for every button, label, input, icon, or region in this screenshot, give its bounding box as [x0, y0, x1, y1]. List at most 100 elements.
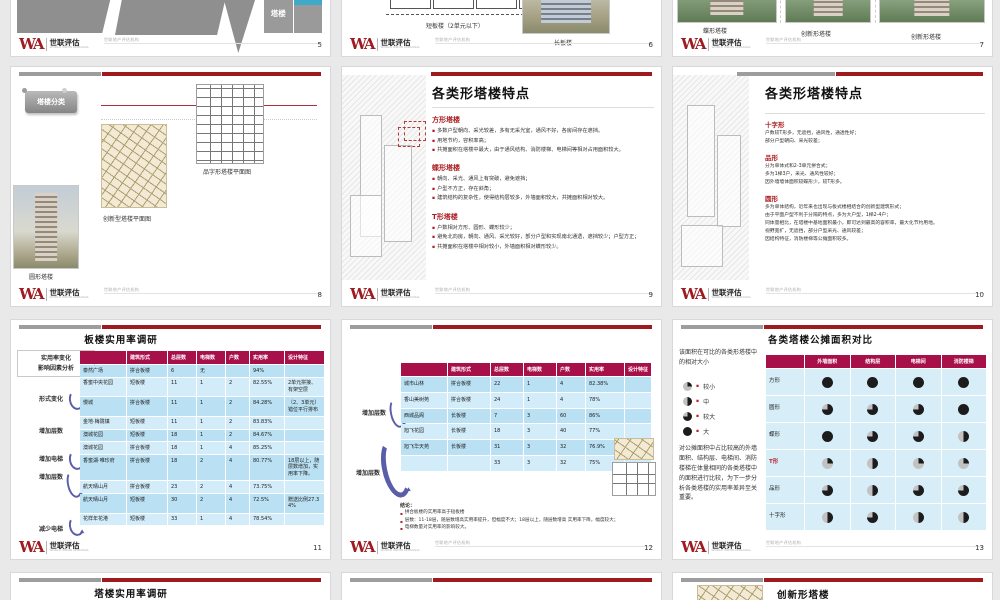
brand-subtitle: WORLD UNION APPRAISAL — [380, 548, 421, 553]
table-cell: 1 — [197, 397, 225, 416]
harvey-cell — [805, 423, 850, 449]
slide-thumbnail-5[interactable]: 按楼的横切面分成蝶形、T形、工形、品字形、圆形、椭圆形等。 ▪均好性差，居住密度… — [10, 0, 331, 57]
table-cell: 拼合板楼 — [127, 442, 167, 454]
conclusion-list: ▪ 拼合板楼的实用率高于短板楼 ▪ 层数：11-18层，随层数增高实用率提升，但幅度不… — [400, 510, 656, 533]
table-cell: 2 — [226, 377, 249, 397]
table-cell: 82.55% — [250, 377, 284, 397]
harvey-ball — [867, 430, 879, 442]
table-cell: 80.77% — [250, 455, 284, 481]
column-header: 实用率 — [586, 363, 624, 376]
slide-thumbnail-8[interactable]: 塔楼分类 品字形塔楼平面图 创新型塔楼平面图 圆形塔楼 WA 世联评估 WORLD… — [10, 66, 331, 307]
table-cell: 2 — [226, 416, 249, 429]
table-cell: 23 — [168, 481, 196, 493]
slide-header-bar — [350, 578, 652, 582]
slide-thumbnail-9[interactable]: 各类形塔楼特点 方形塔楼 ▪ 多数户型朝向、采光较差，多有无采光室，通风不好，各房间… — [341, 66, 662, 307]
table-cell: 7 — [491, 408, 523, 424]
harvey-ball — [958, 484, 970, 496]
pin-shape-floorplan — [196, 84, 264, 164]
slide-thumbnail-10[interactable]: 各类形塔楼特点 十字形 ▪户数较T形多，无遮挡，通风性，通透性好；▪部分户型朝向、… — [672, 66, 993, 307]
table-cell: 94% — [250, 365, 284, 377]
table-cell: 西城品阁 — [401, 408, 447, 424]
footer-rule — [766, 43, 984, 44]
slide-thumbnail-7[interactable]: 蝶形塔楼 创新形塔楼 创新形塔楼 WA 世联评估 WORLD UNION APPR… — [672, 0, 993, 57]
harvey-cell — [805, 396, 850, 422]
slide-header-bar — [681, 578, 983, 582]
table-cell: 2 — [226, 397, 249, 416]
table-cell: 72.5% — [250, 494, 284, 513]
shared-area-table: 外墙面积 结构层 电梯间 消防楼梯 方形 圆形 蝶形 T形 品形 十字形 — [765, 354, 987, 531]
bullet-icon: ▪ — [432, 235, 436, 241]
table-row: 品形 — [766, 477, 986, 503]
page-number: 7 — [979, 41, 984, 49]
header-row: 外墙面积 结构层 电梯间 消防楼梯 — [766, 355, 986, 368]
brand-subtitle: WORLD UNION APPRAISAL — [711, 45, 752, 50]
harvey-ball — [821, 511, 833, 523]
bullet-icon: ▪ — [696, 429, 700, 434]
floorplan-thumb-2 — [612, 462, 656, 496]
row-name: 品形 — [766, 477, 804, 503]
slide-header-bar — [430, 72, 652, 76]
table-cell: 18层以上，随层数增加，实用率下降。 — [285, 455, 324, 481]
section-bullet: ▪部分户型朝向、采光较差； — [765, 139, 985, 146]
bullet-icon: ▪ — [432, 148, 436, 154]
slide-thumbnail-6[interactable]: 短板楼（2单元以下） 长板楼 WA 世联评估WORLD UNION APPRAI… — [341, 0, 662, 57]
slide-header-bar — [681, 325, 983, 329]
bullet-icon: ▪ — [432, 244, 436, 250]
table-row: 香山美树苑 拼合板楼 24 1 4 78% — [401, 392, 651, 408]
slide-thumbnail-14[interactable]: 塔楼实用率调研 — [10, 572, 331, 600]
harvey-cell — [805, 450, 850, 476]
slide-thumbnail-11[interactable]: 板楼实用率调研 实用率变化 影响因素分析 形式变化 增加层数 增加电梯 增加层数… — [10, 319, 331, 560]
slide-footer: WA 世联评估 WORLD UNION APPRAISAL 11 — [19, 531, 322, 555]
harvey-cell — [896, 396, 941, 422]
table-cell — [625, 424, 651, 439]
table-row: 航天晴山月 短板楼 30 2 4 72.5% 赠送比例27.34% — [80, 494, 324, 513]
brand-subtitle: WORLD UNION APPRAISAL — [380, 295, 421, 300]
table-row: 旭飞花园 长板楼 18 3 40 77% — [401, 424, 651, 439]
legend-item: ▪ 较小 — [683, 382, 715, 391]
slide-title: 塔楼实用率调研 — [94, 589, 168, 600]
slide-thumbnail-15[interactable] — [341, 572, 662, 600]
table-cell: 短板楼 — [127, 416, 167, 429]
slide-header-bar — [737, 72, 983, 76]
section-heading: 方形塔楼 — [432, 116, 460, 124]
table-cell — [448, 455, 490, 471]
slide-thumbnail-13[interactable]: 各类塔楼公摊面积对比 该面积在可比的各类形塔楼中的相对大小 ▪ 较小 ▪ 中 ▪ 较大 ▪ 大… — [672, 319, 993, 560]
bullet-text: 用地节约，容积率高； — [437, 137, 489, 144]
brand-subtitle: WORLD UNION APPRAISAL — [49, 295, 90, 300]
page-number: 10 — [975, 291, 984, 299]
slide-footer: WA 世联评估 WORLD UNION APPRAISAL 世联地产评估机构 10 — [681, 278, 984, 302]
table-row: 香蜜湖·唯珍府 拼合板楼 18 2 4 80.77% 18层以上，随层数增加，实用率下降。 — [80, 455, 324, 481]
innovative-tower-photo-1 — [785, 0, 871, 23]
table-cell: 拼合板楼 — [127, 397, 167, 416]
footer-rule — [104, 293, 322, 294]
slide-title: 各类形塔楼特点 — [765, 87, 864, 102]
factor-label: 形式变化 — [39, 396, 64, 403]
table-cell: 60 — [557, 408, 585, 424]
table-cell: 1 — [197, 416, 225, 429]
section-bullet: ▪同体量相比，在塔楼中基地面积最小，即可达到最高的容积率，最大化节约用地。 — [765, 221, 985, 228]
caption-pin-floorplan: 品字形塔楼平面图 — [203, 169, 252, 176]
harvey-legend: ▪ 较小 ▪ 中 ▪ 较大 ▪ 大 — [683, 382, 715, 442]
harvey-ball — [912, 376, 924, 388]
wa-monogram: WA — [19, 35, 44, 53]
footer-rule — [435, 43, 653, 44]
bullet-text: 建筑结构的复杂性，使得结构层较多，外墙面积较大，共摊面积相对较大。 — [437, 195, 609, 202]
section-bullet: ▪ 共摊面积在塔楼中最大，由于通风结构、消防楼梯、电梯间等相对占用面积较大。 — [432, 147, 654, 155]
table-row: 航天晴山月 拼合板楼 23 2 4 73.75% — [80, 481, 324, 493]
harvey-ball — [912, 484, 924, 496]
tower-illustration — [35, 192, 57, 262]
slide-thumbnail-12[interactable]: 增加层数 增加层数 建筑形式 总层数 电梯数 户数 实用率 设计特征 城市山林 拼合板楼 22 1… — [341, 319, 662, 560]
section-bullet: ▪ 户型不方正，存在斜角； — [432, 186, 654, 194]
table-cell: 1 — [524, 377, 556, 392]
harvey-cell — [896, 450, 941, 476]
butterfly-tower-photo — [677, 0, 777, 23]
footer-fineprint: 世联地产评估机构 — [104, 37, 140, 42]
column-header: 建筑形式 — [448, 363, 490, 376]
slide-thumbnail-16[interactable]: 创新形塔楼 — [672, 572, 993, 600]
section-bullet: ▪视野宽扩，无遮挡，部分户型采光、通风较差； — [765, 229, 985, 236]
footer-fineprint: 世联地产评估机构 — [766, 37, 802, 42]
factor-label: 增加层数 — [362, 410, 387, 417]
table-cell: 4 — [226, 455, 249, 481]
bullet-text: 多为1梯3户，采光、通风性较好； — [765, 171, 839, 177]
dashed-cube-icon — [398, 121, 426, 147]
